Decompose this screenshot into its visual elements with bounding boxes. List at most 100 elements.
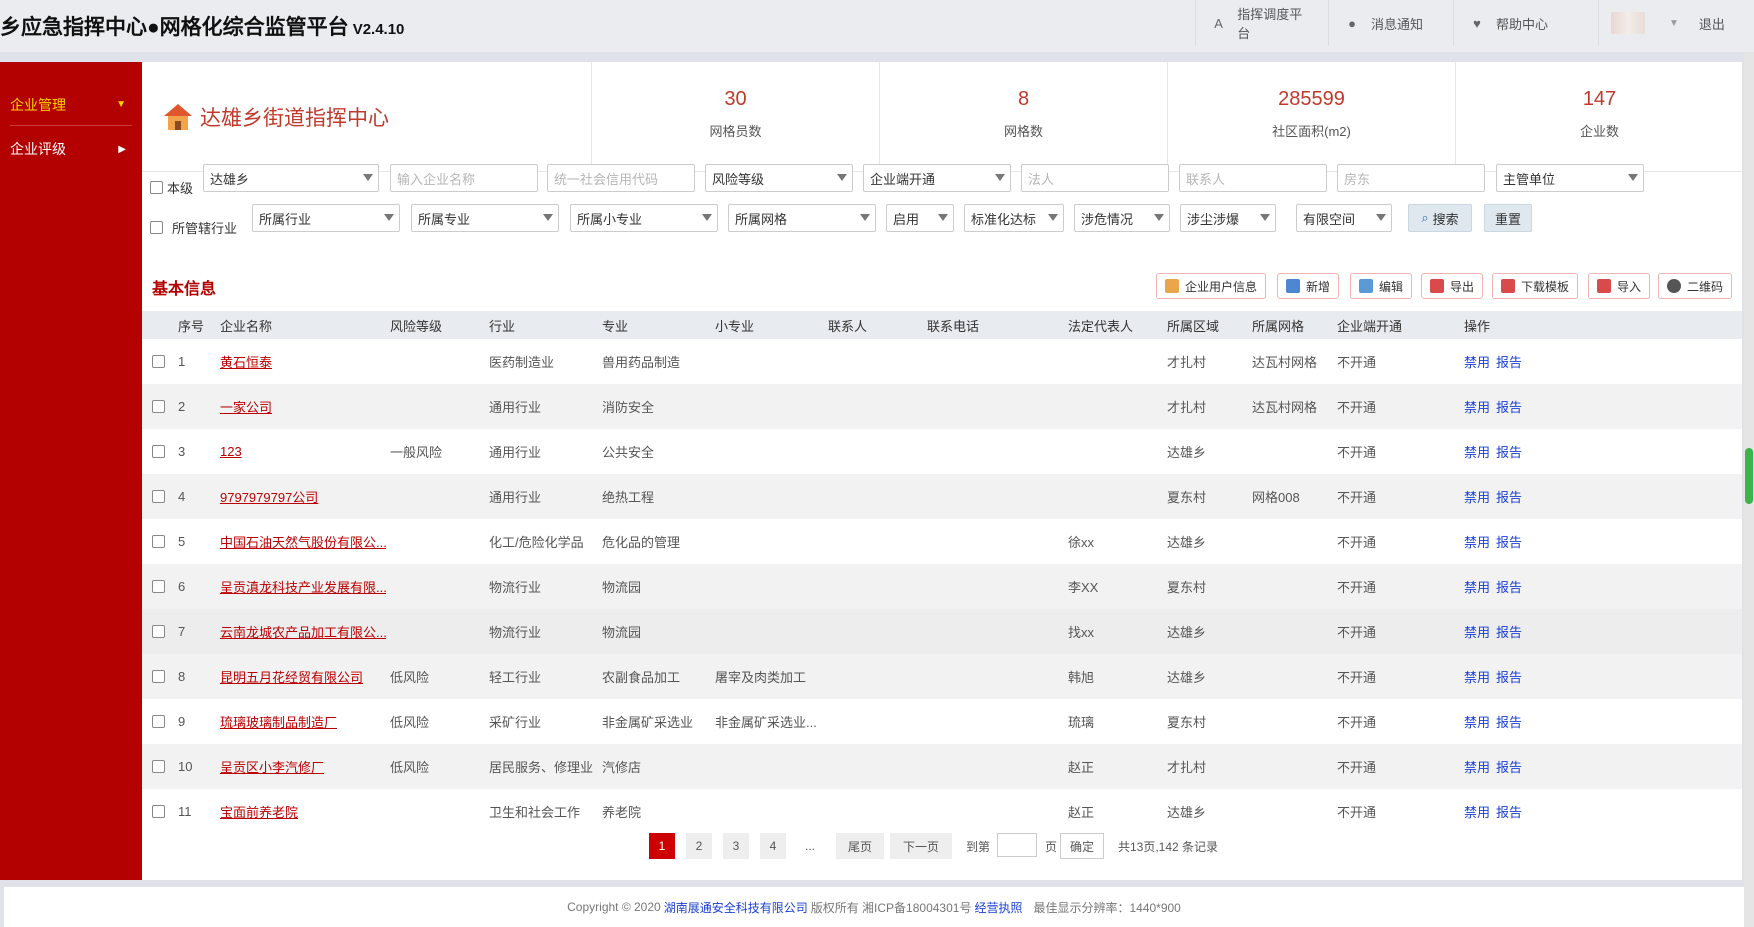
disable-link[interactable]: 禁用: [1464, 487, 1490, 506]
report-link[interactable]: 报告: [1496, 667, 1522, 686]
table-row[interactable]: 7 云南龙城农产品加工有限公... 物流行业 物流园 找xx 达雄乡 不开通 禁用 报告: [142, 609, 1742, 654]
cell-name-link[interactable]: 中国石油天然气股份有限公...: [220, 519, 386, 564]
row-checkbox[interactable]: [152, 445, 165, 458]
reset-button[interactable]: 重置: [1484, 204, 1532, 232]
report-link[interactable]: 报告: [1496, 577, 1522, 596]
cell-name-link[interactable]: 9797979797公司: [220, 474, 386, 519]
table-row[interactable]: 8 昆明五月花经贸有限公司 低风险 轻工行业 农副食品加工 屠宰及肉类加工 韩旭 达雄乡 不开通…: [142, 654, 1742, 699]
nav-messages[interactable]: ● 消息通知: [1328, 0, 1452, 46]
cell-name-link[interactable]: 宝面前养老院: [220, 789, 386, 834]
cell-name-link[interactable]: 昆明五月花经贸有限公司: [220, 654, 386, 699]
disable-link[interactable]: 禁用: [1464, 622, 1490, 641]
next-page-button[interactable]: 下一页: [890, 833, 952, 859]
confined-space-select[interactable]: 有限空间: [1296, 204, 1392, 232]
goto-page-input[interactable]: [997, 833, 1037, 857]
sidebar-item-enterprise-rating[interactable]: 企业评级 ▶: [10, 128, 132, 170]
table-row[interactable]: 6 呈贡滇龙科技产业发展有限... 物流行业 物流园 李XX 夏东村 不开通 禁用 报告: [142, 564, 1742, 609]
this-level-checkbox[interactable]: [150, 181, 163, 194]
table-row[interactable]: 10 呈贡区小李汽修厂 低风险 居民服务、修理业 汽修店 赵正 才扎村 不开通 禁用 报告: [142, 744, 1742, 789]
logout-button[interactable]: 退出: [1699, 14, 1725, 33]
report-link[interactable]: 报告: [1496, 397, 1522, 416]
cell-name-link[interactable]: 呈贡区小李汽修厂: [220, 744, 386, 789]
township-select[interactable]: 达雄乡: [203, 164, 379, 192]
disable-link[interactable]: 禁用: [1464, 532, 1490, 551]
row-checkbox[interactable]: [152, 715, 165, 728]
report-link[interactable]: 报告: [1496, 757, 1522, 776]
table-row[interactable]: 5 中国石油天然气股份有限公... 化工/危险化学品 危化品的管理 徐xx 达雄乡 不开通 禁…: [142, 519, 1742, 564]
report-link[interactable]: 报告: [1496, 712, 1522, 731]
cell-name-link[interactable]: 云南龙城农产品加工有限公...: [220, 609, 386, 654]
industry-scope-checkbox[interactable]: [150, 221, 163, 234]
table-row[interactable]: 4 9797979797公司 通用行业 绝热工程 夏东村 网格008 不开通 禁用 报告: [142, 474, 1742, 519]
page-button[interactable]: 3: [723, 833, 749, 859]
row-checkbox[interactable]: [152, 670, 165, 683]
dust-select[interactable]: 涉尘涉爆: [1180, 204, 1276, 232]
download-template-button[interactable]: 下载模板: [1492, 273, 1579, 299]
scrollbar-thumb[interactable]: [1745, 448, 1753, 504]
cell-name-link[interactable]: 黄石恒泰: [220, 339, 386, 384]
disable-link[interactable]: 禁用: [1464, 757, 1490, 776]
major-select[interactable]: 所属专业: [411, 204, 559, 232]
row-checkbox[interactable]: [152, 535, 165, 548]
row-checkbox[interactable]: [152, 400, 165, 413]
qrcode-button[interactable]: 二维码: [1658, 273, 1733, 299]
goto-confirm-button[interactable]: 确定: [1060, 833, 1104, 859]
cell-name-link[interactable]: 呈贡滇龙科技产业发展有限...: [220, 564, 386, 609]
disable-link[interactable]: 禁用: [1464, 442, 1490, 461]
row-checkbox[interactable]: [152, 625, 165, 638]
hazard-select[interactable]: 涉危情况: [1074, 204, 1170, 232]
add-button[interactable]: 新增: [1277, 273, 1340, 299]
row-checkbox[interactable]: [152, 760, 165, 773]
grid-select[interactable]: 所属网格: [728, 204, 876, 232]
avatar[interactable]: [1611, 12, 1645, 34]
table-row[interactable]: 3 123 一般风险 通用行业 公共安全 达雄乡 不开通 禁用 报告: [142, 429, 1742, 474]
disable-link[interactable]: 禁用: [1464, 352, 1490, 371]
row-checkbox[interactable]: [152, 355, 165, 368]
footer-license-link[interactable]: 经营执照: [974, 899, 1022, 916]
nav-help-center[interactable]: ♥ 帮助中心: [1453, 0, 1598, 46]
legal-person-input[interactable]: 法人: [1021, 164, 1169, 192]
nav-dispatch-platform[interactable]: A 指挥调度平台: [1195, 0, 1327, 46]
report-link[interactable]: 报告: [1496, 532, 1522, 551]
table-row[interactable]: 9 琉璃玻璃制品制造厂 低风险 采矿行业 非金属矿采选业 非金属矿采选业... 琉璃 夏东村 不…: [142, 699, 1742, 744]
industry-select[interactable]: 所属行业: [252, 204, 400, 232]
disable-link[interactable]: 禁用: [1464, 712, 1490, 731]
company-name-input[interactable]: 输入企业名称: [390, 164, 538, 192]
credit-code-input[interactable]: 统一社会信用代码: [547, 164, 695, 192]
disable-link[interactable]: 禁用: [1464, 802, 1490, 821]
page-button[interactable]: 2: [686, 833, 712, 859]
cell-name-link[interactable]: 一家公司: [220, 384, 386, 429]
export-button[interactable]: 导出: [1421, 273, 1484, 299]
disable-link[interactable]: 禁用: [1464, 397, 1490, 416]
table-row[interactable]: 2 一家公司 通用行业 消防安全 才扎村 达瓦村网格 不开通 禁用 报告: [142, 384, 1742, 429]
enterprise-user-info-button[interactable]: 企业用户信息: [1156, 273, 1267, 299]
standard-select[interactable]: 标准化达标: [964, 204, 1064, 232]
sidebar-item-enterprise-management[interactable]: 企业管理 ▼: [10, 84, 132, 126]
report-link[interactable]: 报告: [1496, 802, 1522, 821]
report-link[interactable]: 报告: [1496, 487, 1522, 506]
row-checkbox[interactable]: [152, 805, 165, 818]
scrollbar[interactable]: [1744, 52, 1754, 927]
footer-company-link[interactable]: 湖南展通安全科技有限公司: [664, 899, 808, 916]
table-row[interactable]: 11 宝面前养老院 卫生和社会工作 养老院 赵正 达雄乡 不开通 禁用 报告: [142, 789, 1742, 834]
enterprise-access-select[interactable]: 企业端开通: [863, 164, 1011, 192]
table-row[interactable]: 1 黄石恒泰 医药制造业 兽用药品制造 才扎村 达瓦村网格 不开通 禁用 报告: [142, 339, 1742, 384]
chevron-down-icon[interactable]: ▼: [1669, 18, 1679, 29]
last-page-button[interactable]: 尾页: [836, 833, 884, 859]
import-button[interactable]: 导入: [1588, 273, 1651, 299]
supervisor-select[interactable]: 主管单位: [1496, 164, 1644, 192]
cell-name-link[interactable]: 123: [220, 429, 386, 474]
minor-major-select[interactable]: 所属小专业: [570, 204, 718, 232]
row-checkbox[interactable]: [152, 490, 165, 503]
contact-input[interactable]: 联系人: [1179, 164, 1327, 192]
page-button[interactable]: 1: [649, 833, 675, 859]
search-button[interactable]: ⌕ 搜索: [1408, 204, 1472, 232]
enabled-select[interactable]: 启用: [886, 204, 954, 232]
cell-name-link[interactable]: 琉璃玻璃制品制造厂: [220, 699, 386, 744]
disable-link[interactable]: 禁用: [1464, 577, 1490, 596]
report-link[interactable]: 报告: [1496, 352, 1522, 371]
risk-level-select[interactable]: 风险等级: [705, 164, 853, 192]
landlord-input[interactable]: 房东: [1337, 164, 1485, 192]
report-link[interactable]: 报告: [1496, 442, 1522, 461]
report-link[interactable]: 报告: [1496, 622, 1522, 641]
